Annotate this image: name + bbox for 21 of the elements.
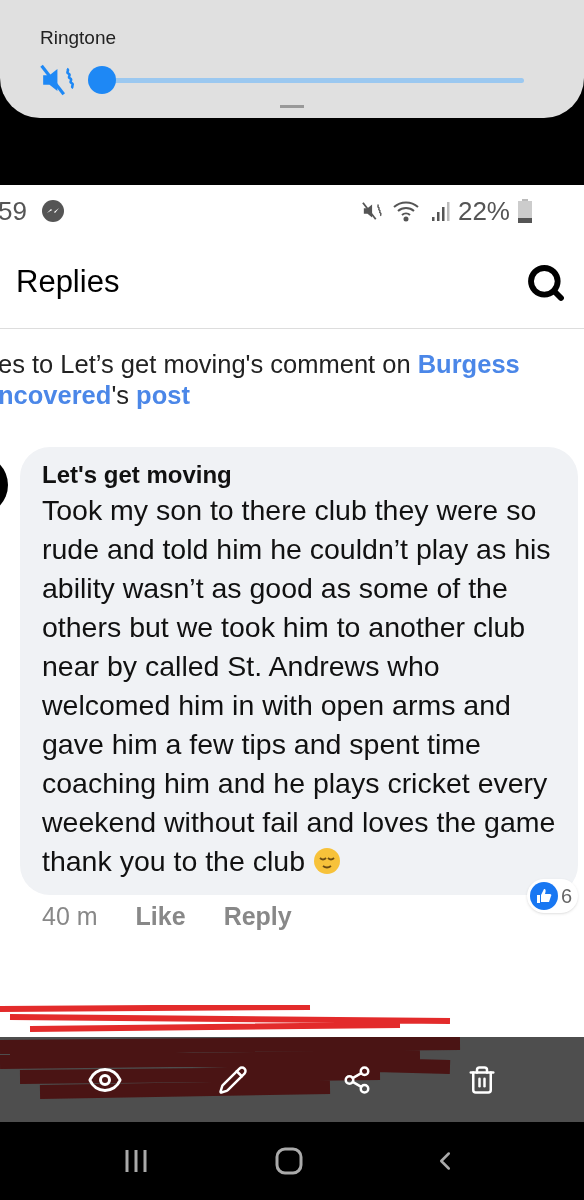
search-icon[interactable]	[526, 262, 566, 303]
comment-time: 40 m	[42, 901, 98, 933]
status-battery: 22%	[457, 194, 510, 228]
recent-apps-icon[interactable]	[123, 1148, 148, 1174]
volume-label: Ringtone	[40, 28, 118, 47]
mute-icon	[361, 200, 384, 222]
comment-action-link[interactable]: Reply	[223, 898, 292, 936]
home-icon[interactable]	[275, 1147, 303, 1175]
panel-handle[interactable]	[280, 105, 304, 108]
relieved-face-icon	[313, 847, 341, 875]
edit-icon[interactable]	[217, 1064, 248, 1095]
page-title: Replies	[16, 263, 120, 302]
signal-icon	[429, 199, 450, 223]
thumbs-up-icon	[529, 882, 558, 910]
comment-action-link[interactable]: Like	[135, 898, 186, 936]
volume-slider[interactable]	[88, 65, 524, 95]
comment-text: Took my son to there club they were so rude and told him he couldn’t play as his ability wasn’t as good as some of the others but we took him to another club near by called St. Andrews who welcomed him in with open arms and gave him a few tips and spent time coaching him and he plays cricket every weekend without fail and loves the game thank you to the club	[42, 493, 557, 879]
battery-icon	[518, 199, 532, 223]
chat-bubble-icon	[40, 199, 65, 223]
reaction-count: 6	[560, 884, 572, 909]
comment-author: Let's get moving	[42, 460, 233, 490]
